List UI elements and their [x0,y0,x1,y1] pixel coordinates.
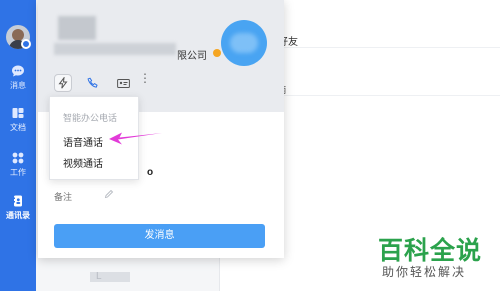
sidebar-item-work[interactable]: 工作 [0,151,36,178]
verified-icon [213,49,221,57]
smart-call-button[interactable] [54,74,72,92]
sidebar-item-contacts[interactable]: 通讯录 [0,194,36,221]
edit-icon[interactable] [104,189,114,199]
blurred-company [54,43,176,55]
left-nav: 消息 文档 工作 通讯录 [0,0,36,291]
annotation-arrow [109,132,162,145]
sidebar-item-label: 通讯录 [6,211,30,220]
contacts-icon [13,195,22,207]
watermark-subtitle: 助你轻松解决 [382,265,467,279]
sidebar-item-messages[interactable]: 消息 [0,64,36,91]
partial-phone-text: o [147,167,154,178]
remark-label: 备注 [54,192,73,202]
more-icon[interactable]: ⋮ [139,72,151,84]
chat-icon [12,65,24,77]
sidebar-item-docs[interactable]: 文档 [0,106,36,133]
company-name: 限公司 [177,51,207,62]
lightning-icon [58,77,68,89]
watermark-title: 百科全说 [378,237,483,265]
sidebar-item-label: 消息 [10,81,26,90]
menu-item-voice-call[interactable]: 语音通话 [63,134,103,149]
blurred-name [58,16,96,40]
tree-branch-glyph: L [96,271,102,282]
sidebar-item-label: 文档 [10,123,26,132]
id-card-icon [116,78,130,88]
contact-avatar[interactable] [221,20,267,66]
status-badge [21,39,31,49]
send-message-button[interactable]: 发消息 [54,224,265,248]
sidebar-item-label: 工作 [10,168,26,177]
apps-icon [12,152,24,164]
menu-item-smart-office-phone: 智能办公电话 [63,113,118,123]
menu-item-video-call[interactable]: 视频通话 [63,155,103,170]
phone-call-button[interactable] [84,74,102,92]
business-card-button[interactable] [114,74,132,92]
document-icon [12,108,24,118]
phone-icon [87,77,98,88]
